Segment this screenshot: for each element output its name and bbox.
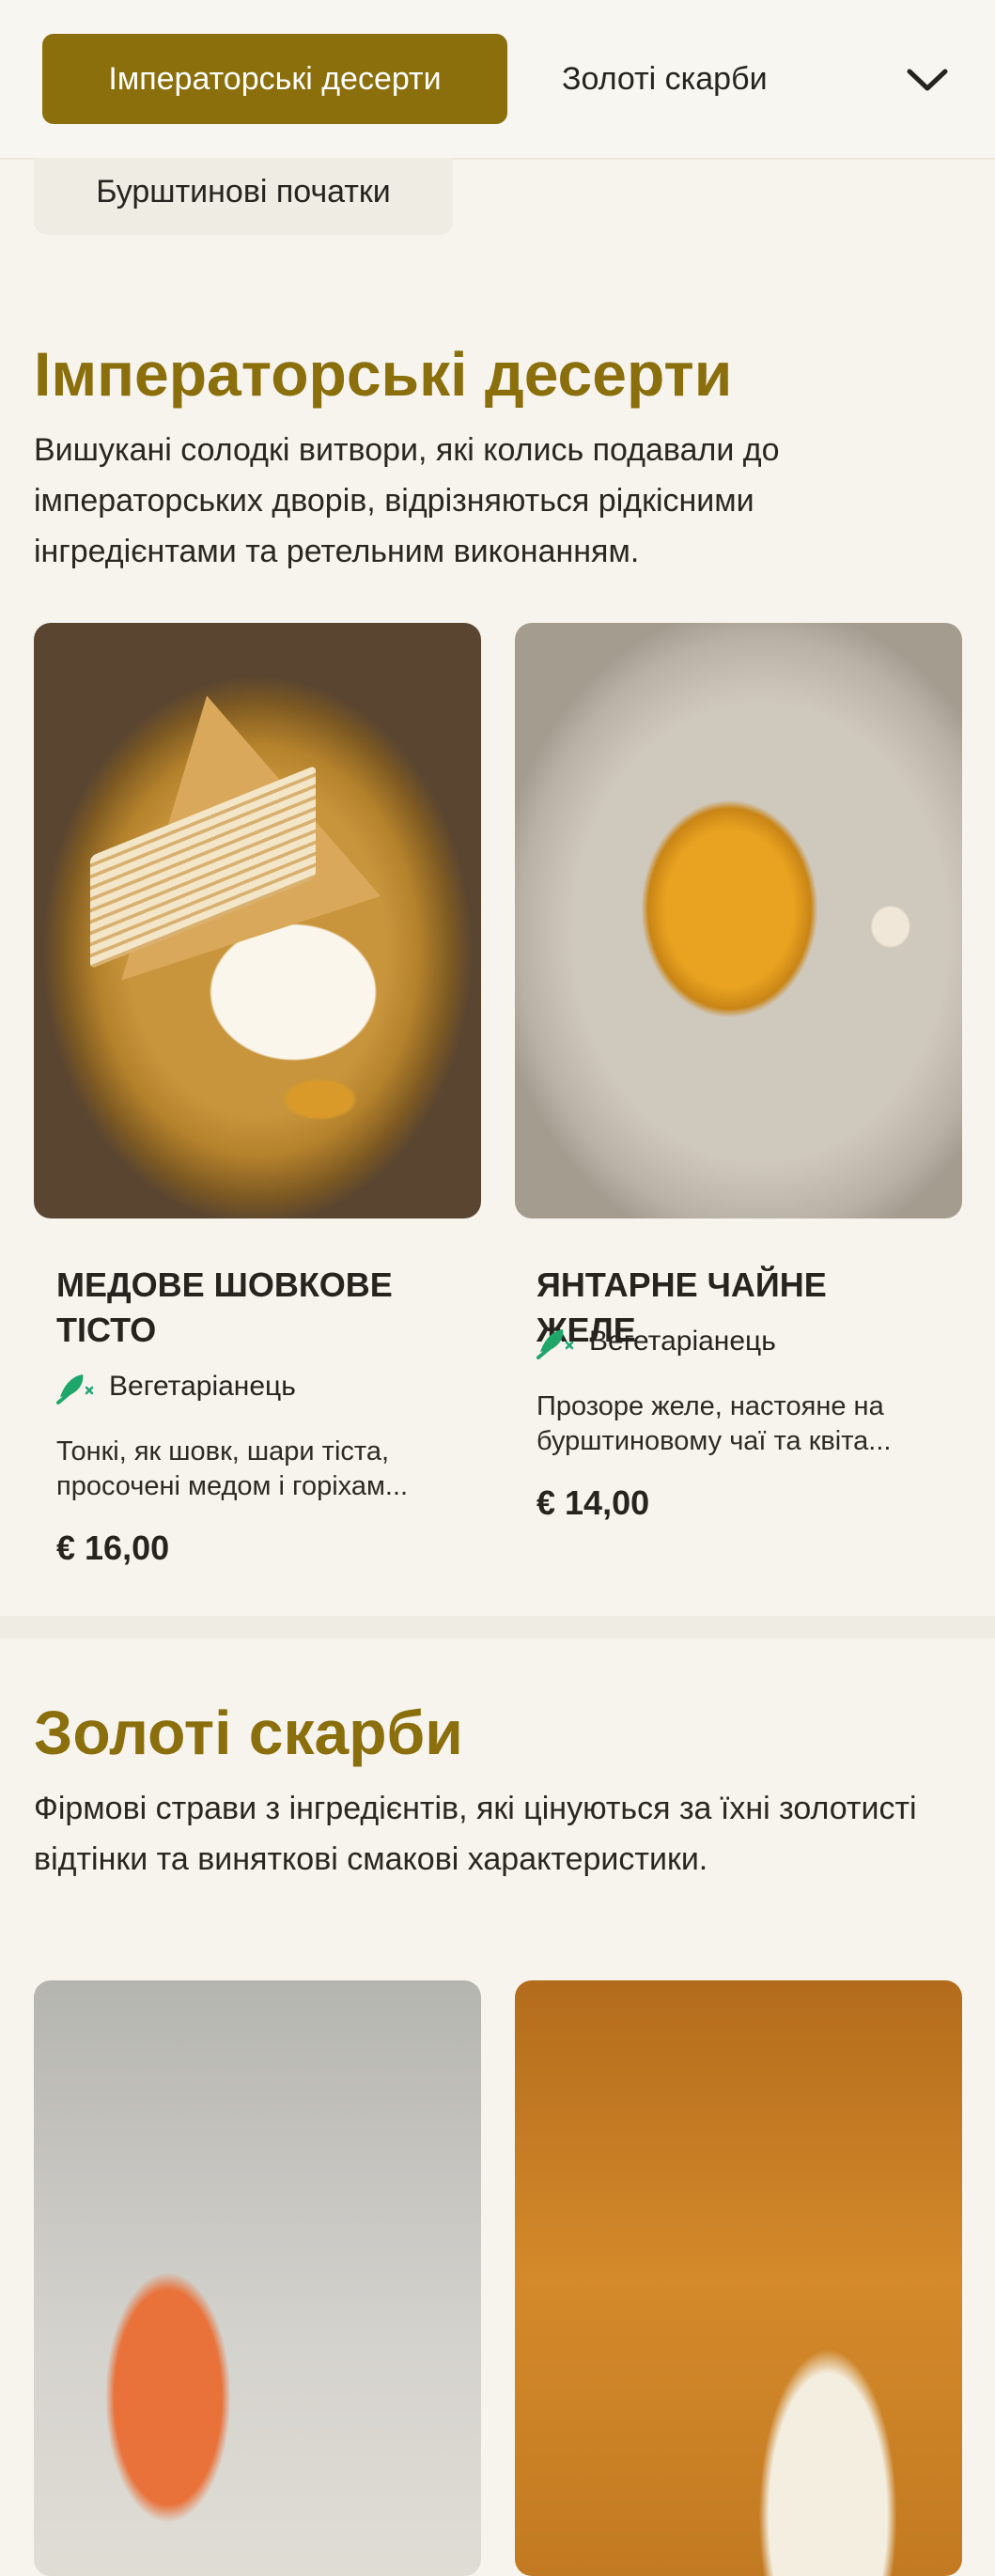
dish-image-amber-jelly[interactable] bbox=[515, 623, 962, 1218]
section-description: Фірмові страви з інгредієнтів, які ціную… bbox=[34, 1791, 917, 1877]
dish-image[interactable] bbox=[515, 1980, 962, 2576]
diet-tag: Вегетаріанець bbox=[536, 1323, 776, 1360]
dish-image[interactable] bbox=[34, 1980, 481, 2576]
dish-description: Прозоре желе, настояне на бурштиновому ч… bbox=[536, 1391, 892, 1456]
dish-price: € 14,00 bbox=[536, 1483, 650, 1522]
dish-description: Тонкі, як шовк, шари тіста, просочені ме… bbox=[56, 1436, 409, 1501]
tab-imperial-desserts[interactable]: Імператорські десерти bbox=[42, 34, 507, 124]
section-title: Імператорські десерти bbox=[34, 339, 733, 409]
chevron-down-icon[interactable] bbox=[904, 56, 951, 103]
section-title: Золоті скарби bbox=[34, 1698, 463, 1767]
tab-golden-treasures[interactable]: Золоті скарби bbox=[562, 34, 768, 124]
dish-price: € 16,00 bbox=[56, 1529, 170, 1567]
section-divider bbox=[0, 1616, 995, 1638]
dish-image-honey-silk[interactable] bbox=[34, 623, 481, 1218]
diet-label: Вегетаріанець bbox=[109, 1371, 296, 1402]
vegetarian-icon bbox=[56, 1374, 94, 1404]
dish-name[interactable]: МЕДОВЕ ШОВКОВЕ ТІСТО bbox=[56, 1263, 451, 1353]
diet-tag: Вегетаріанець bbox=[56, 1368, 296, 1405]
tab-amber-beginnings[interactable]: Бурштинові початки bbox=[34, 158, 453, 235]
section-description: Вишукані солодкі витвори, які колись под… bbox=[34, 432, 780, 569]
category-nav: Імператорські десерти Золоті скарби bbox=[0, 0, 995, 160]
vegetarian-icon bbox=[536, 1329, 574, 1359]
diet-label: Вегетаріанець bbox=[589, 1326, 776, 1357]
